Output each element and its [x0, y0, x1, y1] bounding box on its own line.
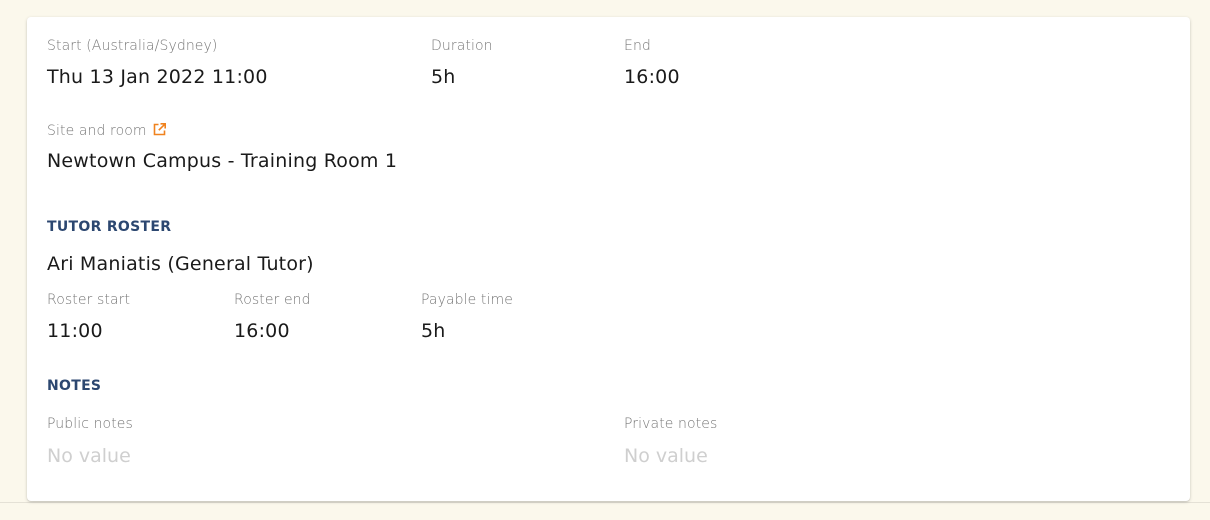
tutor-roster-heading: TUTOR ROSTER — [47, 219, 172, 235]
duration-label: Duration — [431, 38, 493, 54]
private-notes-label: Private notes — [624, 416, 718, 432]
page-divider — [0, 502, 1210, 503]
roster-start-value: 11:00 — [47, 320, 103, 342]
site-label: Site and room — [47, 123, 147, 139]
end-label: End — [624, 38, 651, 54]
start-label: Start (Australia/Sydney) — [47, 38, 218, 54]
external-link-icon[interactable] — [152, 122, 167, 141]
public-notes-label: Public notes — [47, 416, 133, 432]
start-value: Thu 13 Jan 2022 11:00 — [47, 66, 268, 88]
tutor-name: Ari Maniatis (General Tutor) — [47, 253, 314, 275]
payable-time-label: Payable time — [421, 292, 513, 308]
public-notes-value[interactable]: No value — [47, 445, 131, 467]
notes-heading: NOTES — [47, 378, 102, 394]
duration-value: 5h — [431, 66, 456, 88]
site-value: Newtown Campus - Training Room 1 — [47, 150, 398, 172]
payable-time-value: 5h — [421, 320, 446, 342]
roster-end-value: 16:00 — [234, 320, 290, 342]
site-label-row: Site and room — [47, 122, 167, 141]
session-details-card: Start (Australia/Sydney) Thu 13 Jan 2022… — [27, 17, 1190, 501]
private-notes-value[interactable]: No value — [624, 445, 708, 467]
roster-start-label: Roster start — [47, 292, 131, 308]
end-value: 16:00 — [624, 66, 680, 88]
roster-end-label: Roster end — [234, 292, 311, 308]
